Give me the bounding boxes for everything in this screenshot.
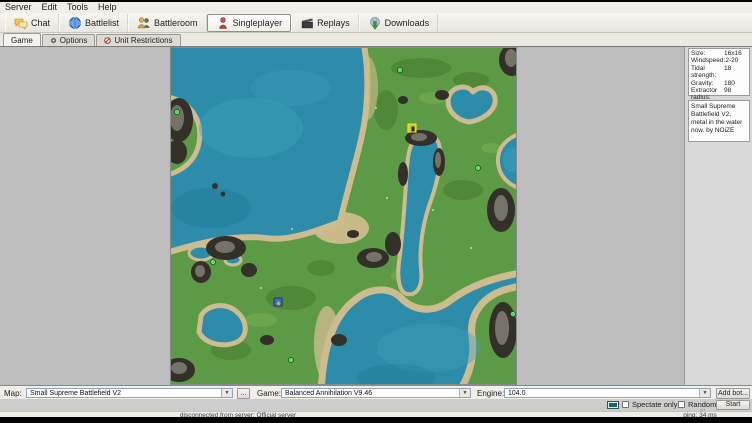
start-position-marker[interactable]: [210, 259, 216, 265]
spectate-only-label[interactable]: Spectate only: [632, 401, 677, 409]
restriction-icon: [104, 37, 111, 44]
menu-help[interactable]: Help: [93, 2, 122, 13]
map-select-value: Small Supreme Battlefield V2: [30, 390, 121, 397]
engine-select-arrow-icon[interactable]: ▼: [699, 389, 710, 397]
chat-icon: [14, 16, 28, 30]
stat-gravity-label: Gravity:: [691, 80, 724, 87]
start-button[interactable]: Start: [716, 400, 750, 410]
application-window: ServerEditToolsHelp Chat Battlelist Batt…: [0, 0, 752, 423]
random-start-checkbox[interactable]: [678, 401, 685, 408]
tab-battleroom[interactable]: Battleroom: [128, 14, 207, 32]
stat-size-label: Size:: [691, 50, 724, 57]
stat-windspeed-label: Windspeed:: [691, 57, 725, 64]
tab-replays-label: Replays: [317, 18, 350, 28]
globe-icon: [68, 16, 82, 30]
stat-tidal: Tidal strength:18: [691, 65, 747, 80]
main-tab-bar: Chat Battlelist Battleroom Singleplayer …: [0, 13, 752, 33]
tab-downloads-label: Downloads: [385, 18, 430, 28]
stat-size-value: 16x16: [724, 50, 747, 57]
battle-setup-bar: Map: Small Supreme Battlefield V2 ▼ ... …: [0, 385, 752, 399]
team-color-swatch[interactable]: [607, 401, 619, 409]
subtab-game[interactable]: Game: [3, 33, 41, 46]
stat-tidal-label: Tidal strength:: [691, 65, 724, 80]
tab-downloads[interactable]: Downloads: [359, 14, 439, 32]
users-icon: [137, 16, 151, 30]
stat-gravity: Gravity:180: [691, 80, 747, 87]
map-stats-box: Size:16x16 Windspeed:2-20 Tidal strength…: [688, 48, 750, 96]
stat-windspeed: Windspeed:2-20: [691, 57, 747, 64]
main-content: Size:16x16 Windspeed:2-20 Tidal strength…: [0, 47, 752, 385]
menu-edit[interactable]: Edit: [37, 2, 63, 13]
battle-subtab-bar: Game Options Unit Restrictions: [0, 33, 752, 47]
engine-select-value: 104.0: [508, 390, 526, 397]
menu-server[interactable]: Server: [0, 2, 37, 13]
engine-select[interactable]: 104.0 ▼: [504, 388, 711, 398]
subtab-unit-restrictions-label: Unit Restrictions: [114, 36, 172, 45]
add-bot-button[interactable]: Add bot...: [716, 388, 750, 399]
menu-tools[interactable]: Tools: [62, 2, 93, 13]
gear-icon: [50, 37, 57, 44]
game-select[interactable]: Balanced Annihilation V9.46 ▼: [281, 388, 471, 398]
spectate-only-checkbox[interactable]: [622, 401, 629, 408]
download-globe-icon: [368, 16, 382, 30]
game-label: Game:: [257, 389, 281, 398]
start-position-marker[interactable]: [510, 311, 516, 317]
start-position-marker[interactable]: [397, 67, 403, 73]
film-icon: [300, 16, 314, 30]
game-select-value: Balanced Annihilation V9.46: [285, 390, 372, 397]
subtab-options-label: Options: [60, 36, 88, 45]
stat-size: Size:16x16: [691, 50, 747, 57]
start-position-marker[interactable]: [475, 165, 481, 171]
start-options-bar: Spectate only Random start positions Sta…: [0, 399, 752, 411]
letterbox-bottom: [0, 417, 752, 423]
engine-label: Engine:: [477, 389, 504, 398]
game-select-arrow-icon[interactable]: ▼: [459, 389, 470, 397]
tab-battleroom-label: Battleroom: [154, 18, 198, 28]
start-position-marker[interactable]: [174, 109, 180, 115]
selected-position-marker[interactable]: [408, 124, 417, 133]
tab-singleplayer[interactable]: Singleplayer: [207, 14, 292, 32]
tab-chat-label: Chat: [31, 18, 50, 28]
stat-tidal-value: 18: [724, 65, 747, 80]
menu-bar: ServerEditToolsHelp: [0, 2, 752, 13]
map-markers: [171, 48, 516, 384]
map-select[interactable]: Small Supreme Battlefield V2 ▼: [26, 388, 233, 398]
tab-singleplayer-label: Singleplayer: [233, 18, 283, 28]
subtab-unit-restrictions[interactable]: Unit Restrictions: [96, 34, 180, 46]
lobby-window: ServerEditToolsHelp Chat Battlelist Batt…: [0, 2, 752, 417]
map-info-panel: Size:16x16 Windspeed:2-20 Tidal strength…: [684, 47, 752, 385]
map-preview[interactable]: [170, 47, 517, 385]
map-label: Map:: [4, 389, 22, 398]
person-icon: [216, 16, 230, 30]
start-position-marker[interactable]: [288, 357, 294, 363]
tab-battlelist-label: Battlelist: [85, 18, 119, 28]
stat-windspeed-value: 2-20: [725, 57, 747, 64]
stat-gravity-value: 180: [724, 80, 747, 87]
bot-position-marker[interactable]: [274, 298, 283, 307]
tab-chat[interactable]: Chat: [5, 14, 59, 32]
map-select-arrow-icon[interactable]: ▼: [221, 389, 232, 397]
map-browse-button[interactable]: ...: [237, 388, 250, 399]
tab-battlelist[interactable]: Battlelist: [59, 14, 128, 32]
subtab-game-label: Game: [11, 36, 33, 45]
tab-replays[interactable]: Replays: [291, 14, 359, 32]
map-description: Small Supreme Battlefield V2, metal in t…: [688, 100, 750, 142]
subtab-options[interactable]: Options: [42, 34, 96, 46]
